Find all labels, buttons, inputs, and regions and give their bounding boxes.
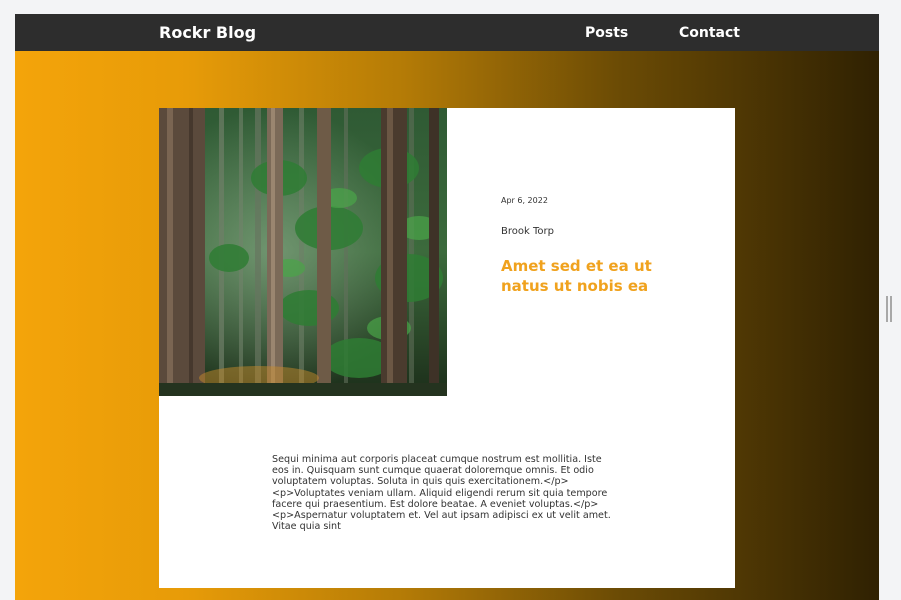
resize-handle-bar-left — [886, 296, 888, 322]
post-card: Apr 6, 2022 Brook Torp Amet sed et ea ut… — [159, 108, 735, 588]
post-body: Sequi minima aut corporis placeat cumque… — [272, 454, 611, 533]
resize-handle[interactable] — [886, 296, 892, 322]
resize-handle-bar-right — [890, 296, 892, 322]
nav-link-posts[interactable]: Posts — [585, 24, 628, 42]
navbar: Rockr Blog Posts Contact — [15, 14, 879, 51]
post-image — [159, 108, 447, 396]
nav-link-contact[interactable]: Contact — [679, 24, 740, 42]
post-date: Apr 6, 2022 — [501, 196, 548, 205]
post-author: Brook Torp — [501, 226, 554, 237]
forest-image — [159, 108, 447, 396]
brand-logo-link[interactable]: Rockr Blog — [159, 23, 256, 43]
page-viewport: Rockr Blog Posts Contact Apr 6, 2022 Bro… — [15, 14, 879, 600]
post-title: Amet sed et ea ut natus ut nobis ea — [501, 257, 652, 295]
